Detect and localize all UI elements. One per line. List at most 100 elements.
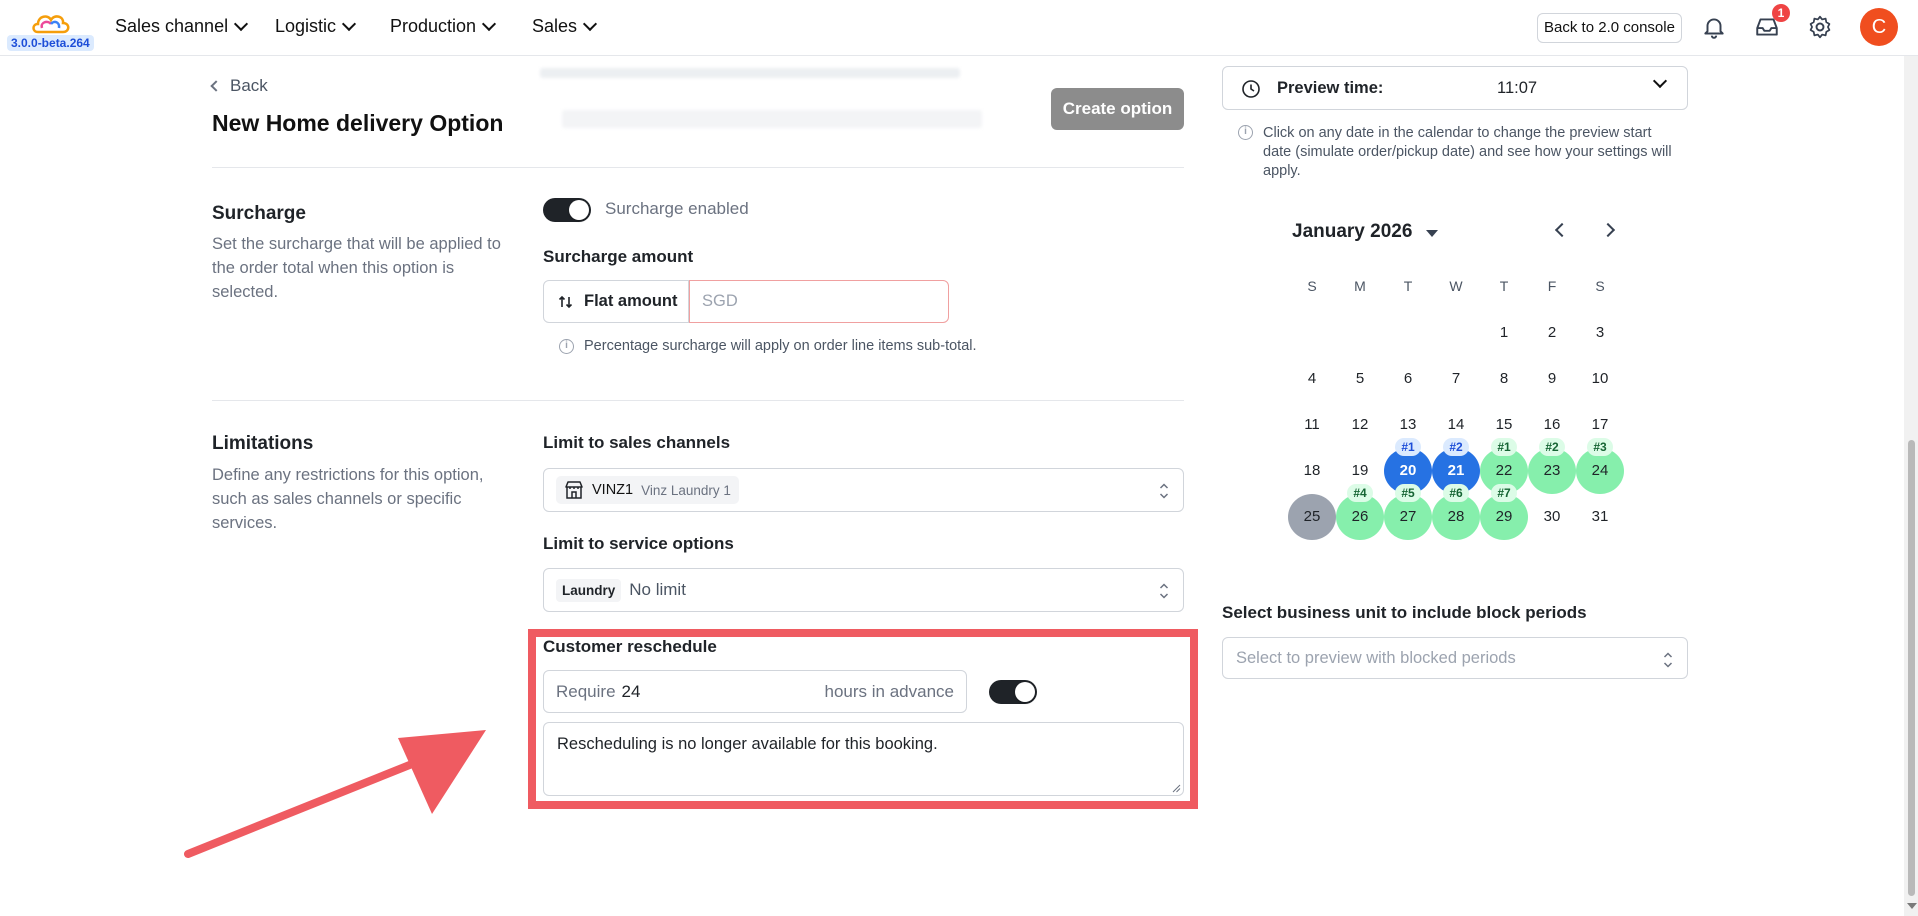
calendar-day[interactable]: 26 #4 bbox=[1336, 484, 1384, 540]
calendar-day-number: 30 bbox=[1543, 508, 1561, 525]
calendar-day-number: 15 bbox=[1495, 416, 1513, 433]
calendar-day[interactable]: 4 bbox=[1288, 356, 1336, 402]
calendar-day[interactable]: 6 bbox=[1384, 356, 1432, 402]
calendar-day[interactable]: 8 bbox=[1480, 356, 1528, 402]
chevron-left-icon bbox=[210, 80, 222, 92]
surcharge-hint: i Percentage surcharge will apply on ord… bbox=[559, 338, 977, 354]
weekday-header: W bbox=[1449, 278, 1463, 294]
calendar-day[interactable]: 12 bbox=[1336, 402, 1384, 448]
limitations-description: Define any restrictions for this option,… bbox=[212, 466, 484, 532]
page-title-prefix: New bbox=[212, 110, 266, 136]
back-link[interactable]: Back bbox=[210, 76, 268, 96]
calendar-day-number: 12 bbox=[1351, 416, 1369, 433]
service-options-select[interactable]: Laundry No limit bbox=[543, 568, 1184, 612]
scroll-down-arrow-icon[interactable] bbox=[1907, 903, 1917, 909]
service-value: No limit bbox=[629, 580, 686, 599]
calendar-day[interactable]: 7 bbox=[1432, 356, 1480, 402]
reschedule-hours-value: 24 bbox=[621, 681, 641, 701]
calendar-day-number: 27 bbox=[1399, 508, 1417, 525]
calendar-day[interactable]: 30 bbox=[1528, 494, 1576, 540]
preview-time-select[interactable]: Preview time: 11:07 bbox=[1222, 66, 1688, 110]
user-avatar[interactable]: C bbox=[1860, 8, 1898, 46]
cloud-logo-icon[interactable] bbox=[30, 10, 74, 38]
calendar-day[interactable]: 10 bbox=[1576, 356, 1624, 402]
nav-label: Production bbox=[390, 16, 477, 36]
nav-production[interactable]: Production bbox=[390, 16, 497, 37]
calendar-day-number: 7 bbox=[1451, 370, 1461, 387]
service-options-label: Limit to service options bbox=[543, 534, 734, 553]
calendar-day-number: 25 bbox=[1303, 508, 1321, 525]
calendar-day[interactable]: 5 bbox=[1336, 356, 1384, 402]
calendar-day[interactable]: 29 #7 bbox=[1480, 484, 1528, 540]
top-nav: 3.0.0-beta.264 Sales channel Logistic Pr… bbox=[0, 0, 1918, 56]
chevron-down-icon bbox=[234, 16, 249, 32]
calendar-day[interactable]: 24 #3 bbox=[1576, 438, 1624, 494]
calendar-day-number: 3 bbox=[1595, 324, 1605, 341]
business-unit-select[interactable]: Select to preview with blocked periods bbox=[1222, 637, 1688, 679]
calendar-day-number: 5 bbox=[1355, 370, 1365, 387]
calendar-day[interactable]: 27 #5 bbox=[1384, 484, 1432, 540]
create-option-button[interactable]: Create option bbox=[1051, 88, 1184, 130]
reschedule-hours-input[interactable]: Require 24 hours in advance bbox=[543, 670, 967, 713]
surcharge-type-button[interactable]: Flat amount bbox=[543, 280, 689, 323]
surcharge-amount-label: Surcharge amount bbox=[543, 247, 694, 266]
gear-icon[interactable] bbox=[1807, 14, 1833, 40]
resize-grip-icon[interactable] bbox=[1172, 784, 1181, 793]
calendar-day-number: 31 bbox=[1591, 508, 1609, 525]
calendar-day-number: 21 bbox=[1447, 462, 1465, 479]
calendar-day[interactable]: 31 bbox=[1576, 494, 1624, 540]
scrolled-content-ghost bbox=[562, 110, 982, 128]
calendar-day-tag: #6 bbox=[1443, 484, 1469, 502]
service-chip[interactable]: Laundry bbox=[556, 578, 622, 602]
sales-channel-chip[interactable]: VINZ1 Vinz Laundry 1 bbox=[556, 476, 739, 504]
swap-vertical-icon bbox=[558, 295, 573, 308]
reschedule-message-textarea[interactable]: Rescheduling is no longer available for … bbox=[543, 722, 1184, 796]
surcharge-amount-input[interactable]: SGD bbox=[689, 280, 949, 323]
reschedule-toggle[interactable] bbox=[989, 680, 1037, 704]
calendar-day[interactable]: 2 bbox=[1528, 310, 1576, 356]
nav-sales[interactable]: Sales bbox=[532, 16, 598, 37]
calendar-month-select[interactable]: January 2026 bbox=[1292, 221, 1439, 243]
preview-time-label: Preview time: bbox=[1277, 79, 1384, 97]
chevron-left-icon[interactable] bbox=[1554, 222, 1570, 238]
calendar-day[interactable]: 11 bbox=[1288, 402, 1336, 448]
calendar-day-number: 13 bbox=[1399, 416, 1417, 433]
limitations-title: Limitations bbox=[212, 433, 314, 454]
customer-reschedule-label: Customer reschedule bbox=[543, 637, 717, 656]
calendar-day-number: 9 bbox=[1547, 370, 1557, 387]
calendar-day-number: 22 bbox=[1495, 462, 1513, 479]
weekday-header: F bbox=[1547, 278, 1557, 294]
nav-sales-channel[interactable]: Sales channel bbox=[115, 16, 249, 37]
calendar-day-tag: #4 bbox=[1347, 484, 1373, 502]
calendar-day-number: 16 bbox=[1543, 416, 1561, 433]
nav-logistic[interactable]: Logistic bbox=[275, 16, 357, 37]
business-unit-label: Select business unit to include block pe… bbox=[1222, 603, 1587, 622]
chevron-updown-icon bbox=[1159, 583, 1169, 599]
annotation-arrow bbox=[184, 730, 486, 858]
surcharge-toggle-label: Surcharge enabled bbox=[605, 199, 749, 218]
preview-time-value: 11:07 bbox=[1497, 79, 1538, 97]
calendar-day[interactable]: 25 bbox=[1288, 494, 1336, 540]
calendar-day[interactable]: 3 bbox=[1576, 310, 1624, 356]
back-to-console-button[interactable]: Back to 2.0 console bbox=[1537, 13, 1682, 43]
chevron-right-icon[interactable] bbox=[1600, 222, 1616, 238]
calendar-day-number: 29 bbox=[1495, 508, 1513, 525]
bell-icon[interactable] bbox=[1701, 14, 1727, 40]
calendar-day-number: 2 bbox=[1547, 324, 1557, 341]
calendar-day[interactable]: 18 bbox=[1288, 448, 1336, 494]
calendar-day-tag: #3 bbox=[1587, 438, 1613, 456]
sales-channels-select[interactable]: VINZ1 Vinz Laundry 1 bbox=[543, 468, 1184, 512]
calendar-day[interactable]: 23 #2 bbox=[1528, 438, 1576, 494]
calendar-day[interactable]: 1 bbox=[1480, 310, 1528, 356]
calendar-day-number: 28 bbox=[1447, 508, 1465, 525]
calendar-day[interactable]: 28 #6 bbox=[1432, 484, 1480, 540]
surcharge-toggle[interactable] bbox=[543, 198, 591, 222]
nav-label: Sales bbox=[532, 16, 578, 36]
calendar-day[interactable]: 9 bbox=[1528, 356, 1576, 402]
info-icon: i bbox=[1238, 125, 1253, 140]
weekday-header: T bbox=[1499, 278, 1509, 294]
scrollbar-thumb[interactable] bbox=[1908, 440, 1915, 896]
surcharge-type-label: Flat amount bbox=[584, 292, 678, 310]
reschedule-prefix: Require bbox=[556, 681, 616, 701]
calendar-day-number: 6 bbox=[1403, 370, 1413, 387]
